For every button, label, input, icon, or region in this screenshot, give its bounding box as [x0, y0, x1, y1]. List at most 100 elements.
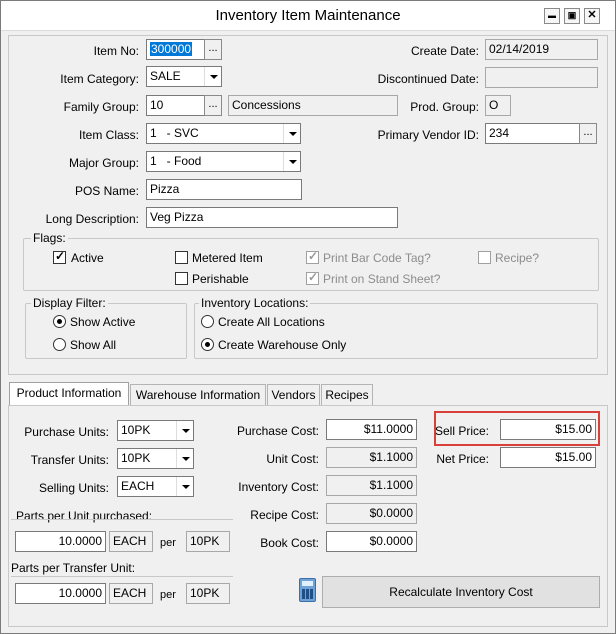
- inventory-locations-title: Inventory Locations:: [199, 296, 311, 310]
- selling-units-value: EACH: [121, 479, 155, 493]
- chevron-down-icon[interactable]: [283, 152, 300, 171]
- checkmark-icon: ✓: [308, 270, 319, 284]
- family-group-lookup-button[interactable]: ...: [204, 95, 222, 116]
- chevron-down-icon[interactable]: [176, 477, 193, 496]
- recipe-checkbox[interactable]: [478, 251, 491, 264]
- show-all-radio[interactable]: [53, 338, 66, 351]
- checkmark-icon: ✓: [308, 249, 319, 263]
- parts-per-unit-purchased-label: Parts per Unit purchased:: [16, 509, 153, 523]
- pos-name-input[interactable]: Pizza: [146, 179, 302, 200]
- parts-per-unit-purchased-value: 10.0000: [58, 534, 102, 548]
- sell-price-input[interactable]: $15.00: [500, 419, 596, 440]
- maximize-button[interactable]: ▣: [564, 8, 580, 24]
- purchase-cost-value: $11.0000: [363, 422, 413, 436]
- net-price-value: $15.00: [555, 450, 592, 464]
- inventory-cost-field: $1.1000: [326, 475, 417, 496]
- divider: [11, 519, 233, 520]
- tab-vendors[interactable]: Vendors: [267, 384, 320, 406]
- transfer-units-select[interactable]: 10PK: [117, 448, 194, 469]
- chevron-down-icon[interactable]: [283, 124, 300, 143]
- discontinued-date-field: [485, 67, 598, 88]
- primary-vendor-input[interactable]: 234: [485, 123, 581, 144]
- close-icon: ✕: [587, 9, 597, 21]
- create-warehouse-only-label: Create Warehouse Only: [218, 338, 347, 352]
- prod-group-value: O: [489, 98, 499, 112]
- per-label: per: [160, 537, 176, 549]
- primary-vendor-lookup-button[interactable]: ...: [579, 123, 597, 144]
- active-label: Active: [71, 251, 104, 265]
- unit-cost-label: Unit Cost:: [266, 452, 319, 466]
- item-category-label: Item Category:: [60, 72, 139, 86]
- title-bar: Inventory Item Maintenance ▬ ▣ ✕: [1, 1, 615, 31]
- long-description-label: Long Description:: [45, 212, 139, 226]
- parts-per-transfer-unit-input[interactable]: 10.0000: [15, 583, 106, 604]
- recalculate-inventory-cost-button[interactable]: Recalculate Inventory Cost: [322, 576, 600, 608]
- print-bar-code-label: Print Bar Code Tag?: [323, 251, 431, 265]
- recipe-cost-label: Recipe Cost:: [250, 508, 319, 522]
- divider: [11, 576, 233, 577]
- print-bar-code-checkbox[interactable]: ✓: [306, 249, 319, 264]
- net-price-label: Net Price:: [436, 452, 489, 466]
- parts-per-transfer-unit-label: Parts per Transfer Unit:: [11, 561, 136, 575]
- create-warehouse-only-radio[interactable]: [201, 338, 214, 351]
- item-no-lookup-button[interactable]: ...: [204, 39, 222, 60]
- metered-item-label: Metered Item: [192, 251, 263, 265]
- selling-units-select[interactable]: EACH: [117, 476, 194, 497]
- active-checkbox[interactable]: ✓: [53, 249, 66, 264]
- print-stand-sheet-label: Print on Stand Sheet?: [323, 272, 441, 286]
- pos-name-value: Pizza: [150, 182, 180, 196]
- item-class-select[interactable]: 1 - SVC: [146, 123, 301, 144]
- net-price-input[interactable]: $15.00: [500, 447, 596, 468]
- parts-per-unit-purchased-input[interactable]: 10.0000: [15, 531, 106, 552]
- primary-vendor-label: Primary Vendor ID:: [377, 128, 479, 142]
- book-cost-input[interactable]: $0.0000: [326, 531, 417, 552]
- major-group-value: 1 - Food: [150, 154, 202, 168]
- close-button[interactable]: ✕: [584, 8, 600, 24]
- family-group-desc-text: Concessions: [232, 98, 301, 112]
- inventory-cost-value: $1.1000: [369, 478, 413, 492]
- family-group-value: 10: [150, 98, 164, 112]
- purchase-units-value: 10PK: [121, 423, 151, 437]
- minimize-button[interactable]: ▬: [544, 8, 560, 24]
- chevron-down-icon[interactable]: [176, 449, 193, 468]
- checkmark-icon: ✓: [55, 249, 66, 263]
- family-group-input[interactable]: 10: [146, 95, 208, 116]
- print-stand-sheet-checkbox[interactable]: ✓: [306, 270, 319, 285]
- chevron-down-icon[interactable]: [204, 67, 221, 86]
- parts-per-transfer-unit-value: 10.0000: [58, 586, 102, 600]
- book-cost-value: $0.0000: [369, 534, 413, 548]
- recipe-cost-field: $0.0000: [326, 503, 417, 524]
- show-active-radio[interactable]: [53, 315, 66, 328]
- chevron-down-icon[interactable]: [176, 421, 193, 440]
- maximize-icon: ▣: [567, 10, 577, 20]
- transfer-units-value: 10PK: [121, 451, 151, 465]
- create-all-locations-radio[interactable]: [201, 315, 214, 328]
- item-no-input[interactable]: 300000: [146, 39, 209, 60]
- item-category-select[interactable]: SALE: [146, 66, 222, 87]
- unit-cost-value: $1.1000: [369, 450, 413, 464]
- calculator-icon[interactable]: [299, 578, 316, 602]
- create-date-label: Create Date:: [410, 44, 479, 58]
- transfer-units-label: Transfer Units:: [30, 453, 109, 467]
- prod-group-field: O: [485, 95, 511, 116]
- parts-purchased-unit-value: EACH: [113, 534, 147, 548]
- inventory-cost-label: Inventory Cost:: [238, 480, 319, 494]
- create-all-locations-label: Create All Locations: [218, 315, 325, 329]
- purchase-units-select[interactable]: 10PK: [117, 420, 194, 441]
- tab-product-information[interactable]: Product Information: [9, 382, 129, 406]
- minimize-icon: ▬: [548, 11, 556, 20]
- family-group-label: Family Group:: [63, 100, 139, 114]
- tab-recipes[interactable]: Recipes: [321, 384, 373, 406]
- create-date-field: 02/14/2019: [485, 39, 598, 60]
- metered-item-checkbox[interactable]: [175, 251, 188, 264]
- recipe-label: Recipe?: [495, 251, 540, 265]
- long-description-input[interactable]: Veg Pizza: [146, 207, 398, 228]
- purchase-cost-input[interactable]: $11.0000: [326, 419, 417, 440]
- primary-vendor-value: 234: [489, 126, 510, 140]
- unit-cost-field: $1.1000: [326, 447, 417, 468]
- parts-transfer-unit-value: EACH: [113, 586, 147, 600]
- tab-warehouse-information[interactable]: Warehouse Information: [130, 384, 266, 406]
- major-group-select[interactable]: 1 - Food: [146, 151, 301, 172]
- perishable-checkbox[interactable]: [175, 272, 188, 285]
- prod-group-label: Prod. Group:: [410, 100, 479, 114]
